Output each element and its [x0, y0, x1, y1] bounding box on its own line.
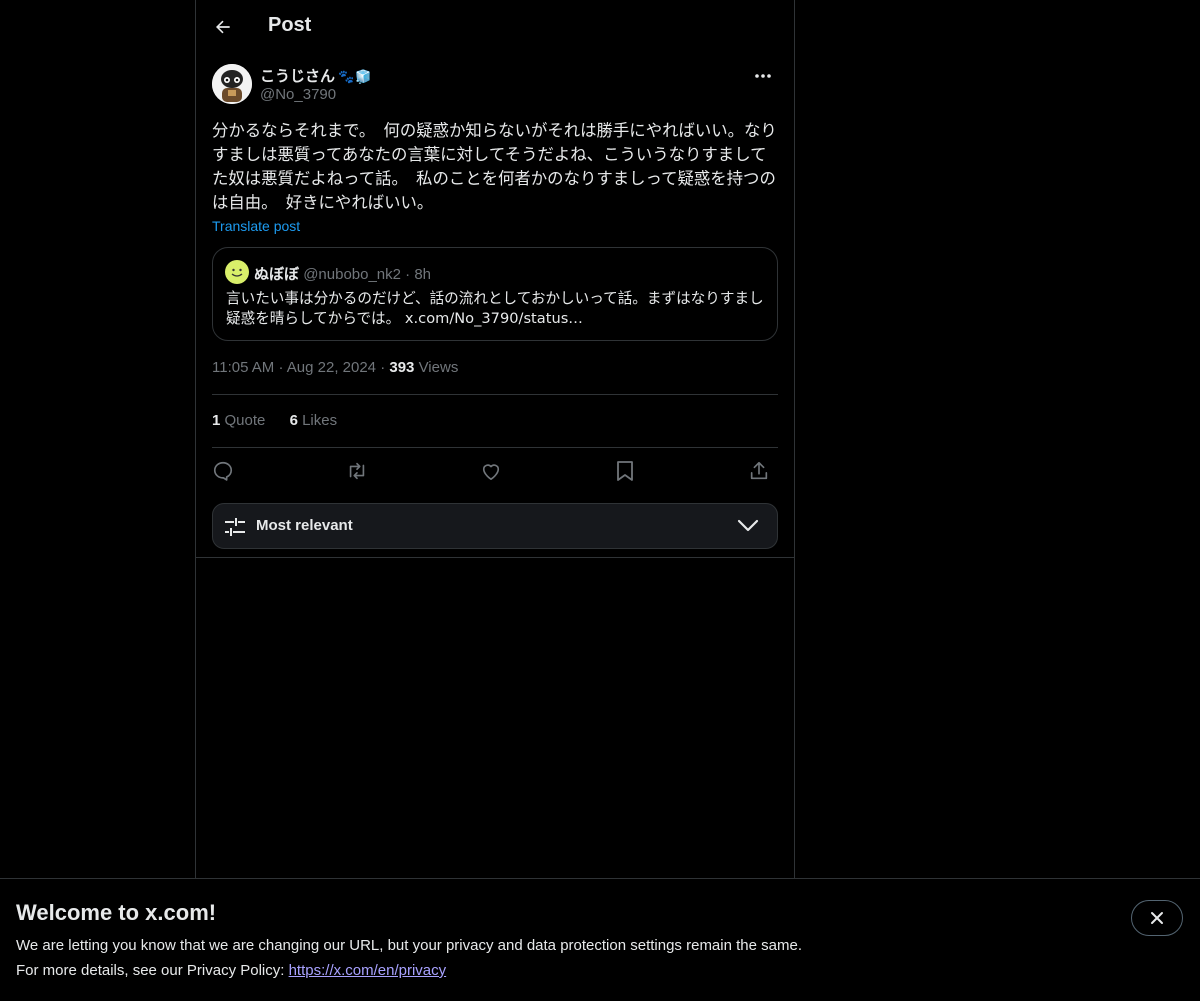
divider [196, 557, 794, 558]
divider [212, 394, 778, 395]
reply-button[interactable] [210, 458, 236, 484]
post-text: 分かるならそれまで。 何の疑惑か知らないがそれは勝手にやればいい。なりすましは悪… [212, 121, 777, 212]
share-button[interactable] [746, 458, 772, 484]
arrow-left-icon [216, 20, 230, 34]
avatar-image [212, 64, 252, 104]
likes-stat[interactable]: 6 Likes [290, 412, 338, 429]
quoted-meta: ぬぼぼ @nubobo_nk2 · 8h [254, 263, 431, 284]
banner-title: Welcome to x.com! [16, 900, 217, 925]
author-name-emoji: 🐾🧊 [338, 70, 373, 85]
post-stats: 1 Quote 6 Likes [212, 412, 357, 429]
banner-privacy-prefix: For more details, see our Privacy Policy… [16, 962, 289, 979]
quoted-text: 言いたい事は分かるのだけど、話の流れとしておかしいって話。まずはなりすまし疑惑を… [226, 290, 764, 327]
translate-post-link[interactable]: Translate post [212, 218, 300, 234]
quotes-count: 1 [212, 412, 221, 429]
like-button[interactable] [478, 458, 504, 484]
page-header: Post [196, 0, 794, 54]
sliders-icon [225, 518, 245, 536]
back-button[interactable] [206, 10, 240, 44]
sort-label: Most relevant [256, 517, 353, 534]
repost-button[interactable] [344, 458, 370, 484]
author-handle[interactable]: @No_3790 [260, 86, 336, 103]
post-meta: 11:05 AM · Aug 22, 2024 · 393 Views [212, 359, 458, 376]
sort-replies-dropdown[interactable]: Most relevant [212, 503, 778, 549]
smiley-avatar-icon [226, 261, 248, 283]
banner-message: We are letting you know that we are chan… [16, 937, 802, 954]
page-title: Post [268, 14, 312, 36]
banner-close-button[interactable] [1131, 900, 1183, 936]
post-date[interactable]: Aug 22, 2024 [287, 359, 376, 376]
quoted-avatar [225, 260, 249, 284]
likes-label: Likes [302, 412, 338, 429]
main-column: Post こうじさん 🐾🧊 @No_3790 分かるならそれまで。 何の疑惑か知… [195, 0, 795, 878]
heart-icon [482, 464, 500, 480]
quoted-separator: · [405, 266, 411, 283]
more-horizontal-icon [755, 74, 771, 78]
meta-separator: · [380, 359, 386, 376]
quoted-time: 8h [414, 266, 432, 283]
views-count: 393 [389, 359, 415, 376]
avatar[interactable] [212, 64, 252, 104]
share-icon [750, 461, 768, 480]
quoted-author-handle: @nubobo_nk2 [303, 266, 401, 283]
quoted-post[interactable]: ぬぼぼ @nubobo_nk2 · 8h 言いたい事は分かるのだけど、話の流れと… [212, 247, 778, 341]
url-change-banner: Welcome to x.com! We are letting you kno… [0, 878, 1200, 1001]
meta-separator: · [278, 359, 284, 376]
banner-privacy-line: For more details, see our Privacy Policy… [16, 962, 446, 979]
divider [212, 447, 778, 448]
bookmark-button[interactable] [612, 458, 638, 484]
quoted-author-name: ぬぼぼ [254, 266, 300, 283]
action-bar [212, 458, 778, 484]
quotes-stat[interactable]: 1 Quote [212, 412, 265, 429]
author-name-text: こうじさん [260, 67, 336, 85]
post-time[interactable]: 11:05 AM [212, 359, 274, 376]
likes-count: 6 [289, 412, 298, 429]
more-button[interactable] [748, 66, 778, 86]
privacy-policy-link[interactable]: https://x.com/en/privacy [289, 962, 447, 979]
chevron-down-icon [737, 519, 759, 532]
reply-icon [213, 461, 233, 481]
quotes-label: Quote [224, 412, 266, 429]
bookmark-icon [617, 461, 633, 481]
author-name[interactable]: こうじさん 🐾🧊 [260, 65, 372, 86]
close-icon [1151, 912, 1163, 924]
views-label: Views [418, 359, 459, 376]
repost-icon [349, 462, 365, 480]
post-author: こうじさん 🐾🧊 @No_3790 [212, 64, 778, 108]
